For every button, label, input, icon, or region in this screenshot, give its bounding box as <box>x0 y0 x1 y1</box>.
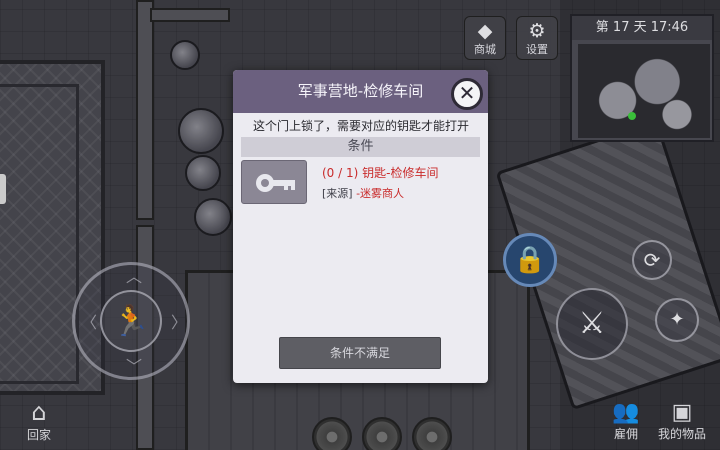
required-item-slot[interactable] <box>241 160 307 204</box>
requirement-source: [来源] -迷雾商人 <box>322 185 404 201</box>
conditions-unmet-button[interactable]: 条件不满足 <box>279 337 441 369</box>
close-icon: ✕ <box>458 81 476 105</box>
locked-door-dialog: 军事营地-检修车间 这个门上锁了，需要对应的钥匙才能打开 条件 (0 / 1) … <box>233 70 488 383</box>
dialog-message: 这个门上锁了，需要对应的钥匙才能打开 <box>252 119 469 133</box>
source-prefix: [来源] <box>322 187 353 200</box>
close-button[interactable]: ✕ <box>451 78 483 110</box>
source-value: -迷雾商人 <box>352 187 405 200</box>
dialog-title: 军事营地-检修车间 <box>233 70 488 113</box>
requirement-progress: (0 / 1) 钥匙-检修车间 <box>322 166 439 180</box>
conditions-header: 条件 <box>241 137 480 157</box>
key-icon <box>256 174 296 192</box>
